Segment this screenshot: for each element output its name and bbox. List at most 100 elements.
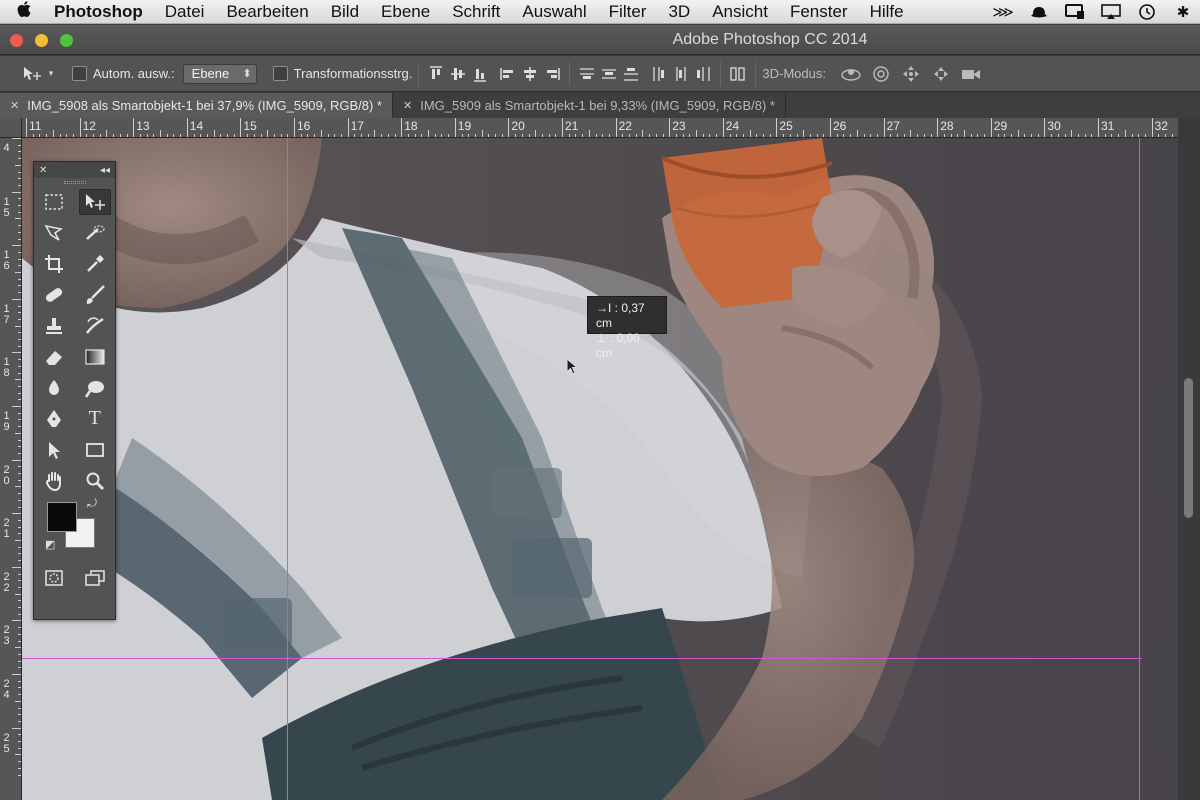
vertical-guide[interactable] bbox=[1139, 138, 1140, 800]
tab-img-5908[interactable]: ✕ IMG_5908 als Smartobjekt-1 bei 37,9% (… bbox=[0, 93, 393, 118]
3d-slide-icon[interactable] bbox=[926, 63, 956, 85]
ruler-major-tick bbox=[830, 118, 831, 137]
auto-select-dropdown[interactable]: Ebene bbox=[182, 63, 257, 84]
vertical-scrollbar[interactable] bbox=[1178, 138, 1200, 800]
ruler-tick bbox=[15, 486, 21, 488]
menu-app-photoshop[interactable]: Photoshop bbox=[48, 2, 154, 22]
foreground-color-swatch[interactable] bbox=[47, 502, 77, 532]
divider bbox=[755, 61, 757, 86]
eyedropper-tool-icon[interactable] bbox=[79, 251, 111, 277]
ruler-corner[interactable] bbox=[0, 118, 22, 138]
dodge-tool-icon[interactable] bbox=[79, 375, 111, 401]
move-tool-icon[interactable] bbox=[78, 188, 111, 215]
ruler-tick bbox=[15, 593, 21, 595]
gradient-tool-icon[interactable] bbox=[79, 344, 111, 370]
align-bottom-icon[interactable] bbox=[469, 63, 491, 85]
ruler-label: 21 bbox=[3, 517, 10, 541]
align-right-icon[interactable] bbox=[541, 63, 563, 85]
swap-colors-icon[interactable]: ⤾ bbox=[87, 496, 97, 511]
3d-orbit-icon[interactable] bbox=[836, 63, 866, 85]
preset-dropdown-icon[interactable]: ▾ bbox=[44, 63, 58, 85]
quick-selection-tool-icon[interactable] bbox=[79, 220, 111, 246]
healing-brush-tool-icon[interactable] bbox=[38, 282, 70, 308]
document-canvas[interactable] bbox=[22, 138, 1178, 800]
crop-tool-icon[interactable] bbox=[38, 251, 70, 277]
align-left-icon[interactable] bbox=[497, 63, 519, 85]
screen-mode-icon[interactable] bbox=[79, 565, 111, 591]
align-top-icon[interactable] bbox=[425, 63, 447, 85]
distribute-vcenter-icon[interactable] bbox=[598, 63, 620, 85]
move-tool-preset-icon[interactable] bbox=[22, 63, 44, 85]
ruler-major-tick bbox=[722, 118, 724, 137]
menu-bearbeiten[interactable]: Bearbeiten bbox=[215, 2, 319, 22]
ruler-major-tick bbox=[615, 118, 617, 137]
zoom-tool-icon[interactable] bbox=[79, 468, 111, 494]
menu-fenster[interactable]: Fenster bbox=[779, 2, 859, 22]
apple-icon[interactable] bbox=[0, 1, 48, 22]
menu-ansicht[interactable]: Ansicht bbox=[701, 2, 779, 22]
ruler-minor-tick bbox=[696, 130, 697, 137]
align-vcenter-icon[interactable] bbox=[447, 63, 469, 85]
airplay-icon[interactable] bbox=[1100, 4, 1122, 20]
horizontal-guide[interactable] bbox=[22, 658, 1142, 659]
close-icon[interactable]: ✕ bbox=[39, 165, 47, 176]
auto-select-checkbox[interactable] bbox=[72, 66, 87, 81]
marquee-tool-icon[interactable] bbox=[38, 189, 70, 215]
path-selection-tool-icon[interactable] bbox=[38, 437, 70, 463]
menu-hilfe[interactable]: Hilfe bbox=[859, 2, 915, 22]
close-icon[interactable]: ✕ bbox=[403, 99, 412, 112]
menu-auswahl[interactable]: Auswahl bbox=[511, 2, 597, 22]
hand-tool-icon[interactable] bbox=[38, 468, 70, 494]
ruler-tick bbox=[15, 700, 21, 702]
ruler-major-tick bbox=[1098, 118, 1099, 137]
pen-tool-icon[interactable] bbox=[38, 406, 70, 432]
menu-filter[interactable]: Filter bbox=[598, 2, 658, 22]
ruler-label: 29 bbox=[993, 119, 1008, 133]
ruler-tick bbox=[15, 325, 21, 327]
time-machine-icon[interactable] bbox=[1136, 4, 1158, 20]
3d-roll-icon[interactable] bbox=[866, 63, 896, 85]
3d-pan-icon[interactable] bbox=[896, 63, 926, 85]
document-tabs: ✕ IMG_5908 als Smartobjekt-1 bei 37,9% (… bbox=[0, 93, 1200, 118]
transform-controls-checkbox[interactable] bbox=[272, 66, 288, 81]
monitor-icon[interactable] bbox=[1064, 4, 1086, 20]
panel-grip[interactable] bbox=[34, 178, 115, 186]
ruler-tick bbox=[12, 674, 21, 675]
tab-img-5909[interactable]: ✕ IMG_5909 als Smartobjekt-1 bei 9,33% (… bbox=[393, 93, 786, 118]
ruler-tick bbox=[12, 138, 21, 139]
horizontal-ruler[interactable]: 11 12 13 14 15 16 17 18 19 20 21 22 23 24 25 26 27 28 29 30… bbox=[22, 118, 1178, 138]
vertical-ruler[interactable]: 4 15 16 17 18 19 20 21 22 23 24 25 bbox=[0, 138, 22, 800]
history-brush-tool-icon[interactable] bbox=[79, 313, 111, 339]
vertical-guide[interactable] bbox=[287, 138, 288, 800]
tools-panel-header[interactable]: ✕ ◂◂ bbox=[34, 162, 115, 178]
menu-3d[interactable]: 3D bbox=[657, 2, 701, 22]
rectangle-tool-icon[interactable] bbox=[79, 437, 111, 463]
brush-tool-icon[interactable] bbox=[79, 282, 111, 308]
distribute-top-icon[interactable] bbox=[576, 63, 598, 85]
auto-align-layers-icon[interactable] bbox=[727, 63, 749, 85]
default-colors-icon[interactable]: ◩ bbox=[45, 538, 55, 551]
menu-datei[interactable]: Datei bbox=[154, 2, 216, 22]
eraser-tool-icon[interactable] bbox=[38, 344, 70, 370]
close-icon[interactable]: ✕ bbox=[10, 99, 19, 112]
distribute-bottom-icon[interactable] bbox=[620, 63, 642, 85]
scrollbar-thumb[interactable] bbox=[1184, 378, 1193, 518]
align-hcenter-icon[interactable] bbox=[519, 63, 541, 85]
lasso-tool-icon[interactable] bbox=[38, 220, 70, 246]
blur-tool-icon[interactable] bbox=[38, 375, 70, 401]
distribute-left-icon[interactable] bbox=[648, 63, 670, 85]
clone-stamp-tool-icon[interactable] bbox=[38, 313, 70, 339]
collapse-icon[interactable]: ◂◂ bbox=[100, 165, 110, 176]
bluetooth-icon[interactable]: ✱ bbox=[1172, 4, 1194, 21]
type-tool-icon[interactable]: T bbox=[79, 406, 111, 432]
ruler-label: 19 bbox=[457, 119, 472, 133]
quick-mask-icon[interactable] bbox=[38, 565, 70, 591]
distribute-right-icon[interactable] bbox=[692, 63, 714, 85]
menu-ebene[interactable]: Ebene bbox=[370, 2, 441, 22]
distribute-hcenter-icon[interactable] bbox=[670, 63, 692, 85]
arrows-icon[interactable]: ⋙ bbox=[992, 4, 1014, 21]
hat-icon[interactable] bbox=[1028, 4, 1050, 20]
menu-bild[interactable]: Bild bbox=[320, 2, 370, 22]
menu-schrift[interactable]: Schrift bbox=[441, 2, 511, 22]
3d-camera-icon[interactable] bbox=[956, 63, 986, 85]
